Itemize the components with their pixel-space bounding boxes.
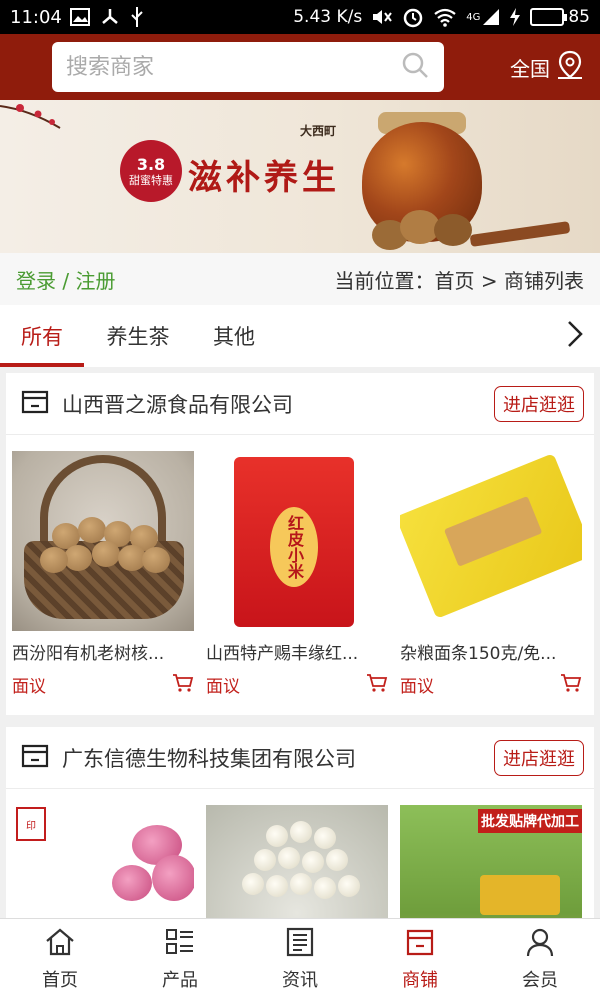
product-image-caption: 批发贴牌代加工 <box>478 809 582 833</box>
nav-label: 首页 <box>42 970 78 991</box>
nav-member[interactable]: 会员 <box>480 919 600 1000</box>
product-card[interactable]: 杂粮面条150克/免... 面议 <box>400 451 582 697</box>
cart-icon[interactable] <box>560 673 582 697</box>
breadcrumb-row: 登录 / 注册 当前位置：首页 > 商铺列表 <box>0 253 600 305</box>
wifi-icon <box>433 6 457 28</box>
product-card[interactable]: 红皮小米 山西特产赐丰缘红... 面议 <box>206 451 388 697</box>
cinnamon-graphic <box>469 221 571 247</box>
product-card[interactable]: 印 <box>12 805 194 918</box>
category-tabs: 所有 养生茶 其他 <box>0 305 600 367</box>
login-register-link[interactable]: 登录 / 注册 <box>16 265 115 294</box>
status-time: 11:04 <box>10 6 62 28</box>
product-name[interactable]: 杂粮面条150克/免... <box>400 639 582 664</box>
banner-brand: 大西町 <box>300 124 337 138</box>
store-icon <box>404 927 436 962</box>
cellular-signal-icon: 4G <box>466 6 500 28</box>
product-image-rose-tea[interactable]: 印 <box>12 805 194 918</box>
region-label: 全国 <box>510 56 550 81</box>
product-name[interactable]: 山西特产赐丰缘红... <box>206 639 388 664</box>
shop-name[interactable]: 山西晋之源食品有限公司 <box>62 389 293 419</box>
image-notification-icon <box>69 6 90 28</box>
cart-icon[interactable] <box>172 673 194 697</box>
app-header: 全国 <box>0 34 600 100</box>
product-image-walnuts[interactable] <box>12 451 194 631</box>
promo-badge-date: 3.8 <box>136 154 166 174</box>
enter-shop-button[interactable]: 进店逛逛 <box>494 385 584 422</box>
promo-banner[interactable]: 3.8 甜蜜特惠 大西町 滋补养生 <box>0 100 600 253</box>
product-card[interactable] <box>206 805 388 918</box>
cart-icon[interactable] <box>366 673 388 697</box>
nav-label: 会员 <box>522 970 558 991</box>
promo-badge: 3.8 甜蜜特惠 <box>120 140 182 202</box>
product-row: 印 批发贴牌代加工 <box>6 789 594 918</box>
nav-label: 商铺 <box>402 970 438 991</box>
battery-indicator: 85 <box>530 7 590 27</box>
nav-home[interactable]: 首页 <box>0 919 120 1000</box>
user-icon <box>524 927 556 962</box>
grid-list-icon <box>164 927 196 962</box>
seal-stamp-graphic: 印 <box>16 807 46 841</box>
nav-stores[interactable]: 商铺 <box>360 919 480 1000</box>
plum-branch-decoration <box>0 104 61 129</box>
tabs-more-button[interactable] <box>550 305 600 367</box>
battery-icon <box>530 8 568 26</box>
tab-health-tea[interactable]: 养生茶 <box>84 305 192 367</box>
product-image-jasmine-tea[interactable] <box>206 805 388 918</box>
battery-percent: 85 <box>568 7 590 27</box>
breadcrumb: 当前位置：首页 > 商铺列表 <box>334 268 584 293</box>
product-name[interactable]: 西汾阳有机老树核... <box>12 639 194 664</box>
product-card[interactable]: 批发贴牌代加工 <box>400 805 582 918</box>
network-speed: 5.43 K/s <box>293 7 363 27</box>
search-icon[interactable] <box>400 50 430 84</box>
alarm-icon <box>402 6 424 28</box>
share-network-icon <box>100 6 120 28</box>
search-input[interactable] <box>66 54 400 80</box>
network-type: 4G <box>466 11 481 23</box>
product-image-millet-bag[interactable]: 红皮小米 <box>206 451 388 631</box>
search-box[interactable] <box>52 42 444 92</box>
nav-label: 产品 <box>162 970 198 991</box>
status-bar: 11:04 5.43 K/s 4G 85 <box>0 0 600 34</box>
shop-card: 山西晋之源食品有限公司 进店逛逛 西汾阳有机老树核... 面议 红皮小米 山西特… <box>6 373 594 715</box>
mute-icon <box>371 6 393 28</box>
product-image-oem-processing[interactable]: 批发贴牌代加工 <box>400 805 582 918</box>
product-price: 面议 <box>206 677 240 697</box>
charging-bolt-icon <box>509 6 521 28</box>
product-image-noodles[interactable] <box>400 451 582 631</box>
bottom-navigation: 首页 产品 资讯 商铺 会员 <box>0 918 600 1000</box>
product-price: 面议 <box>400 677 434 697</box>
walnut-graphic <box>434 214 472 246</box>
tab-all[interactable]: 所有 <box>0 305 84 367</box>
product-row: 西汾阳有机老树核... 面议 红皮小米 山西特产赐丰缘红... 面议 杂粮面条1… <box>6 435 594 697</box>
nav-products[interactable]: 产品 <box>120 919 240 1000</box>
nav-news[interactable]: 资讯 <box>240 919 360 1000</box>
promo-badge-text: 甜蜜特惠 <box>129 174 173 187</box>
store-icon <box>20 387 50 421</box>
tab-other[interactable]: 其他 <box>192 305 276 367</box>
location-pin-icon <box>556 50 584 85</box>
banner-title: 滋补养生 <box>188 158 340 198</box>
store-icon <box>20 741 50 775</box>
chevron-right-icon <box>565 319 585 353</box>
shop-name[interactable]: 广东信德生物科技集团有限公司 <box>62 743 356 773</box>
region-selector[interactable]: 全国 <box>510 50 584 85</box>
home-icon <box>44 927 76 962</box>
product-card[interactable]: 西汾阳有机老树核... 面议 <box>12 451 194 697</box>
shop-header: 广东信德生物科技集团有限公司 进店逛逛 <box>6 727 594 789</box>
news-icon <box>284 927 316 962</box>
product-image-label: 红皮小米 <box>270 507 318 587</box>
product-price: 面议 <box>12 677 46 697</box>
enter-shop-button[interactable]: 进店逛逛 <box>494 739 584 776</box>
usb-icon <box>130 6 144 28</box>
shop-card: 广东信德生物科技集团有限公司 进店逛逛 印 批发贴牌代加工 <box>6 727 594 918</box>
nav-label: 资讯 <box>282 970 318 991</box>
shop-header: 山西晋之源食品有限公司 进店逛逛 <box>6 373 594 435</box>
